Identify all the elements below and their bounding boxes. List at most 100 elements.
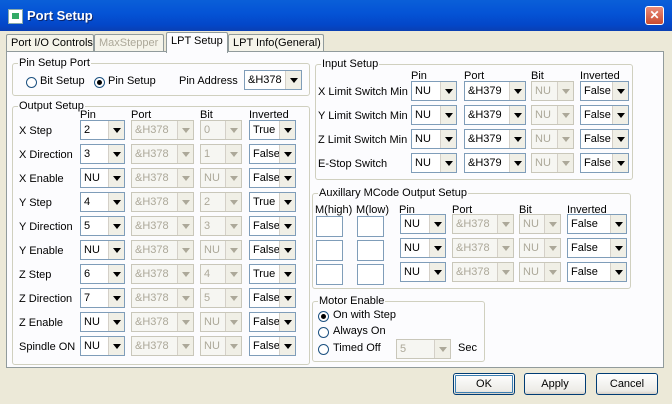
- chevron-down-icon[interactable]: [108, 289, 124, 307]
- aux-m-high-input[interactable]: [316, 240, 343, 261]
- output-pin-dropdown[interactable]: 4: [80, 192, 125, 212]
- chevron-down-icon[interactable]: [279, 241, 295, 259]
- input-inverted-dropdown[interactable]: False: [580, 129, 629, 149]
- chevron-down-icon[interactable]: [279, 289, 295, 307]
- aux-m-high-input[interactable]: [316, 216, 343, 237]
- tab-lpt-info-general[interactable]: LPT Info(General): [228, 34, 324, 52]
- chevron-down-icon[interactable]: [509, 106, 525, 124]
- input-port-dropdown[interactable]: &H379: [464, 153, 526, 173]
- dropdown-value: False: [253, 148, 280, 160]
- aux-inverted-dropdown[interactable]: False: [567, 238, 627, 258]
- pin-address-dropdown[interactable]: &H378: [244, 70, 302, 90]
- chevron-down-icon[interactable]: [108, 265, 124, 283]
- aux-pin-dropdown[interactable]: NU: [400, 238, 446, 258]
- aux-pin-dropdown[interactable]: NU: [400, 262, 446, 282]
- output-inverted-dropdown[interactable]: False: [249, 144, 296, 164]
- input-inverted-dropdown[interactable]: False: [580, 105, 629, 125]
- output-pin-dropdown[interactable]: NU: [80, 240, 125, 260]
- chevron-down-icon[interactable]: [279, 145, 295, 163]
- output-inverted-dropdown[interactable]: False: [249, 168, 296, 188]
- input-port-dropdown[interactable]: &H379: [464, 81, 526, 101]
- input-pin-dropdown[interactable]: NU: [411, 153, 457, 173]
- output-pin-dropdown[interactable]: NU: [80, 312, 125, 332]
- chevron-down-icon[interactable]: [279, 313, 295, 331]
- chevron-down-icon[interactable]: [610, 215, 626, 233]
- chevron-down-icon[interactable]: [440, 154, 456, 172]
- aux-m-low-input[interactable]: [357, 240, 384, 261]
- output-inverted-dropdown[interactable]: True: [249, 120, 296, 140]
- input-port-dropdown[interactable]: &H379: [464, 129, 526, 149]
- output-pin-dropdown[interactable]: NU: [80, 336, 125, 356]
- aux-inverted-dropdown[interactable]: False: [567, 262, 627, 282]
- output-pin-dropdown[interactable]: 5: [80, 216, 125, 236]
- chevron-down-icon[interactable]: [429, 239, 445, 257]
- output-pin-dropdown[interactable]: NU: [80, 168, 125, 188]
- dropdown-value: &H379: [468, 133, 502, 145]
- output-pin-dropdown[interactable]: 2: [80, 120, 125, 140]
- chevron-down-icon[interactable]: [108, 217, 124, 235]
- aux-m-high-input[interactable]: [316, 264, 343, 285]
- chevron-down-icon[interactable]: [509, 130, 525, 148]
- chevron-down-icon[interactable]: [108, 121, 124, 139]
- chevron-down-icon[interactable]: [429, 215, 445, 233]
- dropdown-value: NU: [523, 242, 539, 254]
- chevron-down-icon[interactable]: [612, 82, 628, 100]
- chevron-down-icon[interactable]: [108, 337, 124, 355]
- ok-button[interactable]: OK: [453, 373, 515, 395]
- cancel-button[interactable]: Cancel: [596, 373, 658, 395]
- tab-port-io-controls[interactable]: Port I/O Controls: [6, 34, 94, 52]
- timed-off-radio[interactable]: [318, 344, 329, 355]
- chevron-down-icon[interactable]: [279, 193, 295, 211]
- chevron-down-icon[interactable]: [612, 130, 628, 148]
- input-pin-dropdown[interactable]: NU: [411, 129, 457, 149]
- aux-m-low-input[interactable]: [357, 216, 384, 237]
- input-inverted-dropdown[interactable]: False: [580, 81, 629, 101]
- chevron-down-icon[interactable]: [509, 154, 525, 172]
- chevron-down-icon[interactable]: [610, 239, 626, 257]
- bit-setup-radio[interactable]: [26, 77, 37, 88]
- input-port-dropdown[interactable]: &H379: [464, 105, 526, 125]
- output-inverted-dropdown[interactable]: False: [249, 288, 296, 308]
- chevron-down-icon[interactable]: [440, 106, 456, 124]
- on-with-step-radio[interactable]: [318, 311, 329, 322]
- output-pin-dropdown[interactable]: 6: [80, 264, 125, 284]
- pin-setup-radio[interactable]: [94, 77, 105, 88]
- chevron-down-icon[interactable]: [429, 263, 445, 281]
- chevron-down-icon[interactable]: [440, 130, 456, 148]
- chevron-down-icon[interactable]: [108, 169, 124, 187]
- chevron-down-icon[interactable]: [279, 265, 295, 283]
- output-pin-dropdown[interactable]: 7: [80, 288, 125, 308]
- tab-label: LPT Info(General): [233, 37, 321, 49]
- chevron-down-icon[interactable]: [610, 263, 626, 281]
- chevron-down-icon[interactable]: [279, 217, 295, 235]
- output-inverted-dropdown[interactable]: True: [249, 192, 296, 212]
- output-inverted-dropdown[interactable]: True: [249, 264, 296, 284]
- output-inverted-dropdown[interactable]: False: [249, 216, 296, 236]
- chevron-down-icon[interactable]: [108, 145, 124, 163]
- chevron-down-icon[interactable]: [108, 193, 124, 211]
- chevron-down-icon[interactable]: [285, 71, 301, 89]
- chevron-down-icon[interactable]: [279, 169, 295, 187]
- chevron-down-icon[interactable]: [509, 82, 525, 100]
- input-pin-dropdown[interactable]: NU: [411, 81, 457, 101]
- chevron-down-icon[interactable]: [108, 313, 124, 331]
- chevron-down-icon[interactable]: [612, 154, 628, 172]
- chevron-down-icon[interactable]: [440, 82, 456, 100]
- chevron-down-icon[interactable]: [279, 337, 295, 355]
- input-pin-dropdown[interactable]: NU: [411, 105, 457, 125]
- close-button[interactable]: ✕: [645, 6, 664, 25]
- aux-inverted-dropdown[interactable]: False: [567, 214, 627, 234]
- aux-pin-dropdown[interactable]: NU: [400, 214, 446, 234]
- always-on-radio[interactable]: [318, 327, 329, 338]
- output-inverted-dropdown[interactable]: False: [249, 336, 296, 356]
- output-inverted-dropdown[interactable]: False: [249, 240, 296, 260]
- output-pin-dropdown[interactable]: 3: [80, 144, 125, 164]
- chevron-down-icon[interactable]: [612, 106, 628, 124]
- apply-button[interactable]: Apply: [524, 373, 586, 395]
- aux-m-low-input[interactable]: [357, 264, 384, 285]
- chevron-down-icon[interactable]: [108, 241, 124, 259]
- input-inverted-dropdown[interactable]: False: [580, 153, 629, 173]
- tab-lpt-setup[interactable]: LPT Setup: [166, 32, 228, 53]
- chevron-down-icon[interactable]: [279, 121, 295, 139]
- output-inverted-dropdown[interactable]: False: [249, 312, 296, 332]
